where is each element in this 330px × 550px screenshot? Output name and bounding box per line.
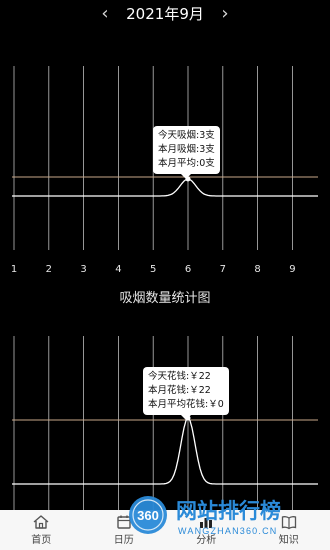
tooltip-value: 3支 (199, 130, 215, 141)
tooltip-label: 本月平均花钱: (148, 399, 209, 410)
spending-tooltip: 今天花钱: ￥22 本月花钱: ￥22 本月平均花钱: ￥0 (143, 367, 229, 420)
tab-label: 知识 (278, 535, 299, 546)
chart-grid (13, 336, 293, 512)
tab-label: 日历 (113, 535, 134, 546)
book-icon (281, 516, 296, 530)
tooltip-value: ￥22 (189, 385, 211, 396)
tab-analysis[interactable]: 分析 (165, 510, 248, 550)
x-tick-label: 7 (220, 264, 226, 275)
tab-calendar[interactable]: 日历 (83, 510, 166, 550)
x-tick-label: 3 (80, 264, 86, 275)
home-icon (33, 515, 49, 529)
smoke-chart-title: 吸烟数量统计图 (119, 291, 211, 306)
tooltip-row: 今天花钱: ￥22 (148, 370, 224, 384)
spending-chart (12, 336, 318, 512)
tooltip-value: 0支 (199, 158, 215, 169)
smoke-tooltip: 今天吸烟: 3支 本月吸烟: 3支 本月平均: 0支 (153, 126, 220, 179)
x-tick-label: 6 (185, 264, 191, 275)
tab-label: 分析 (196, 535, 217, 546)
tooltip-row: 本月吸烟: 3支 (158, 143, 215, 157)
tooltip-label: 本月平均: (158, 158, 200, 169)
x-tick-label: 4 (115, 264, 121, 275)
month-navigator: ‹ 2021年9月 › (0, 0, 330, 28)
tooltip-label: 本月吸烟: (158, 144, 200, 155)
x-axis-labels: 1 2 3 4 5 6 7 8 9 (11, 264, 296, 275)
tooltip-label: 本月花钱: (148, 385, 190, 396)
smoke-curve (12, 178, 318, 197)
x-tick-label: 1 (11, 264, 17, 275)
tab-label: 首页 (31, 535, 52, 546)
x-tick-label: 2 (46, 264, 52, 275)
tooltip-label: 今天吸烟: (158, 130, 200, 141)
calendar-icon (117, 515, 131, 529)
spending-curve (12, 416, 318, 485)
tooltip-value: 3支 (199, 144, 215, 155)
app-screen: ‹ 2021年9月 › 1 2 3 4 5 6 7 8 9 今天吸烟: 3支 本月吸烟: 3支 … (0, 0, 330, 550)
tab-home[interactable]: 首页 (0, 510, 83, 550)
tab-knowledge[interactable]: 知识 (248, 510, 330, 550)
bottom-tab-bar: 首页 日历 分析 知识 (0, 510, 330, 550)
tooltip-value: ￥0 (208, 399, 224, 410)
x-tick-label: 9 (289, 264, 295, 275)
tooltip-row: 今天吸烟: 3支 (158, 129, 215, 143)
tooltip-row: 本月花钱: ￥22 (148, 384, 224, 398)
x-tick-label: 5 (150, 264, 156, 275)
x-tick-label: 8 (254, 264, 260, 275)
chart-icon (200, 518, 213, 528)
chevron-right-icon[interactable]: › (213, 2, 237, 26)
tooltip-label: 今天花钱: (148, 371, 190, 382)
tooltip-row: 本月平均花钱: ￥0 (148, 398, 224, 412)
tooltip-row: 本月平均: 0支 (158, 157, 215, 171)
tooltip-value: ￥22 (189, 371, 211, 382)
month-title: 2021年9月 (126, 5, 204, 23)
